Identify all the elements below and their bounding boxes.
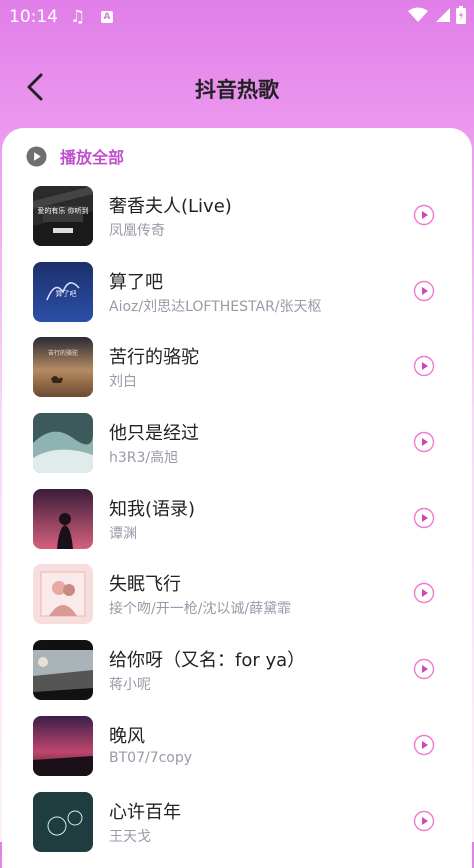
song-title: 给你呀（又名：for ya） bbox=[109, 650, 306, 672]
play-icon[interactable] bbox=[413, 734, 435, 756]
song-artist: 谭渊 bbox=[109, 525, 137, 542]
system-icons bbox=[408, 6, 466, 24]
play-icon[interactable] bbox=[413, 507, 435, 529]
play-all-button[interactable]: 播放全部 bbox=[26, 144, 124, 168]
song-row[interactable]: 心许百年 王天戈 bbox=[2, 789, 472, 865]
song-title: 他只是经过 bbox=[109, 423, 199, 445]
album-cover: 算了吧 bbox=[33, 261, 93, 322]
top-bar: 抖音热歌 bbox=[0, 56, 474, 116]
album-cover bbox=[33, 413, 93, 474]
song-row[interactable]: 苦行的骆驼 苦行的骆驼 刘白 bbox=[2, 334, 472, 410]
song-artist: 刘白 bbox=[109, 374, 137, 391]
status-time: 10:14 bbox=[9, 7, 58, 27]
play-all-label: 播放全部 bbox=[60, 148, 125, 167]
cover-text: 爱的有乐 你听到 bbox=[37, 206, 88, 215]
album-cover: 苦行的骆驼 bbox=[33, 337, 93, 398]
song-title: 奢香夫人(Live) bbox=[109, 196, 232, 217]
battery-icon bbox=[456, 6, 466, 24]
song-artist: BT07/7copy bbox=[109, 749, 193, 766]
song-title: 心许百年 bbox=[109, 801, 181, 823]
song-artist: Aioz/刘思达LOFTHESTAR/张天枢 bbox=[109, 298, 322, 315]
song-row[interactable]: 失眠飞行 接个吻/开一枪/沈以诚/薛黛霏 bbox=[2, 561, 472, 637]
song-artist: 接个吻/开一枪/沈以诚/薛黛霏 bbox=[109, 601, 292, 618]
play-icon[interactable] bbox=[413, 204, 435, 226]
album-cover: 爱的有乐 你听到 bbox=[33, 186, 93, 246]
song-list-card: 播放全部 爱的有乐 你听到 奢香夫人(Live) 凤凰传奇 算了吧 算了吧 Ai… bbox=[2, 128, 472, 868]
play-icon[interactable] bbox=[413, 431, 435, 453]
song-row[interactable]: 晚风 BT07/7copy bbox=[2, 713, 472, 789]
play-circle-icon bbox=[26, 145, 47, 167]
song-title: 晚风 bbox=[109, 725, 145, 747]
album-cover bbox=[33, 640, 93, 701]
album-cover bbox=[33, 791, 93, 852]
wifi-icon bbox=[408, 7, 428, 22]
song-title: 知我(语录) bbox=[109, 498, 196, 520]
song-row[interactable]: 给你呀（又名：for ya） 蒋小呢 bbox=[2, 637, 472, 713]
cover-text: 算了吧 bbox=[56, 289, 77, 298]
a-notification-icon: A bbox=[101, 11, 113, 23]
page-title: 抖音热歌 bbox=[195, 78, 279, 102]
song-title: 苦行的骆驼 bbox=[109, 347, 199, 369]
song-row[interactable]: 算了吧 算了吧 Aioz/刘思达LOFTHESTAR/张天枢 bbox=[2, 259, 472, 335]
song-artist: 王天戈 bbox=[109, 828, 151, 845]
album-cover bbox=[33, 564, 93, 625]
song-artist: 蒋小呢 bbox=[109, 677, 151, 694]
play-icon[interactable] bbox=[413, 582, 435, 604]
song-row[interactable]: 爱的有乐 你听到 奢香夫人(Live) 凤凰传奇 bbox=[2, 183, 472, 259]
album-cover bbox=[33, 715, 93, 776]
song-row[interactable]: 他只是经过 h3R3/高旭 bbox=[2, 410, 472, 486]
play-icon[interactable] bbox=[413, 810, 435, 832]
song-artist: h3R3/高旭 bbox=[109, 450, 179, 467]
song-title: 算了吧 bbox=[109, 271, 163, 293]
music-note-icon: ♫ bbox=[70, 7, 86, 27]
album-cover bbox=[33, 488, 93, 549]
play-icon[interactable] bbox=[413, 658, 435, 680]
song-title: 失眠飞行 bbox=[109, 574, 181, 596]
song-artist: 凤凰传奇 bbox=[109, 223, 165, 239]
play-icon[interactable] bbox=[413, 280, 435, 302]
song-list: 爱的有乐 你听到 奢香夫人(Live) 凤凰传奇 算了吧 算了吧 Aioz/刘思… bbox=[2, 183, 472, 864]
cover-text: 苦行的骆驼 bbox=[48, 349, 78, 357]
signal-icon bbox=[436, 8, 450, 22]
song-row[interactable]: 知我(语录) 谭渊 bbox=[2, 486, 472, 562]
status-bar: 10:14 ♫ A bbox=[0, 0, 474, 34]
play-icon[interactable] bbox=[413, 355, 435, 377]
